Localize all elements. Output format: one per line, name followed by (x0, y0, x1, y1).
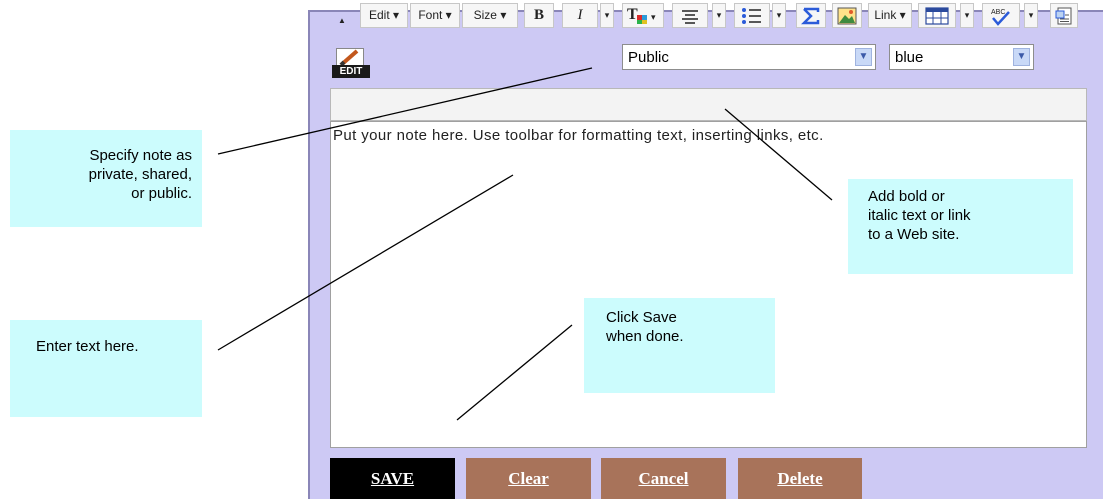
leader-line-save (456, 324, 573, 421)
annotated-screenshot: EDIT Public ▼ blue ▼ ▲ Edit ▾ Font ▾ Siz… (0, 0, 1103, 499)
leader-line-formatting (724, 108, 833, 201)
leader-line-enter-text (217, 174, 514, 351)
callout-leader-lines (217, 67, 833, 421)
leader-line-privacy (217, 67, 593, 155)
